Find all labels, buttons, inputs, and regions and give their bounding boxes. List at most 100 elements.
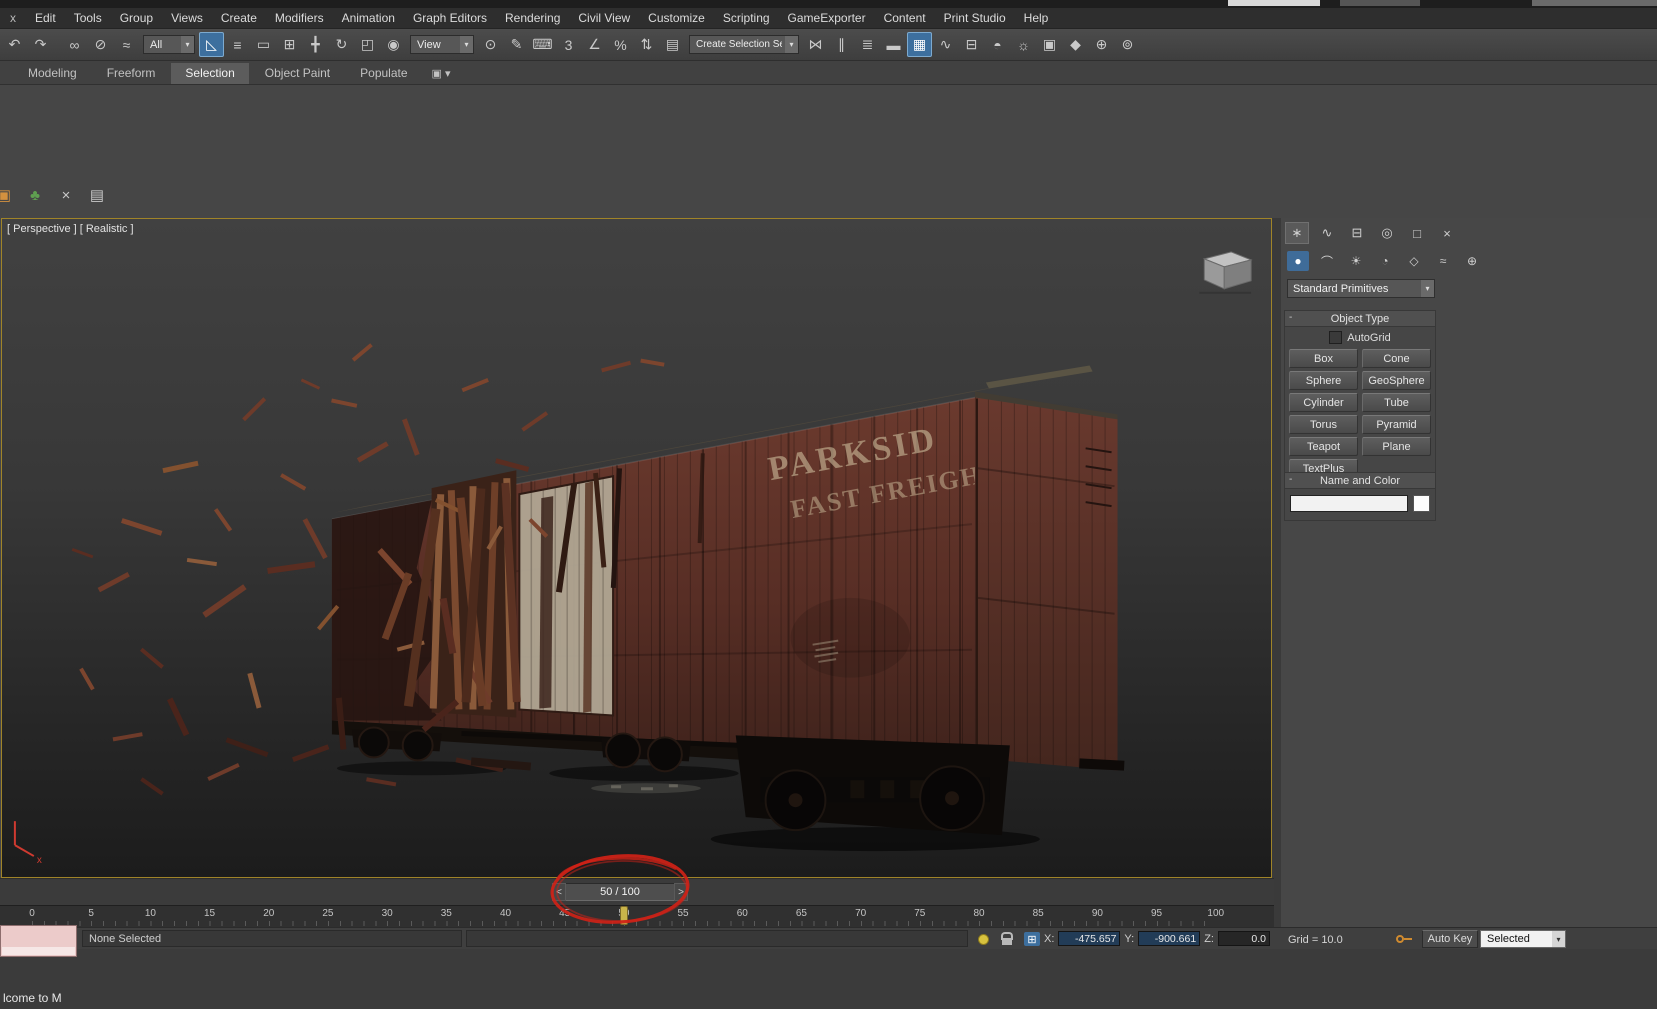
render-more-icon[interactable]: ⊚ bbox=[1115, 32, 1140, 57]
unlink-selection-icon[interactable]: ⊘ bbox=[88, 32, 113, 57]
current-frame-indicator[interactable]: 50 / 100 bbox=[566, 883, 674, 901]
name-and-color-rollout-header[interactable]: - Name and Color bbox=[1284, 472, 1436, 489]
time-slider-handle[interactable] bbox=[620, 906, 628, 925]
subtab-geometry[interactable]: ● bbox=[1287, 251, 1309, 271]
ribbon-tab-selection[interactable]: Selection bbox=[171, 63, 248, 84]
track-bar[interactable]: < 50 / 100 > bbox=[0, 878, 1274, 906]
subtab-systems[interactable]: ⊕ bbox=[1461, 251, 1483, 271]
spinner-snap-icon[interactable]: ⇅ bbox=[634, 32, 659, 57]
maxscript-mini-listener[interactable] bbox=[0, 925, 77, 957]
menu-item[interactable]: Create bbox=[212, 9, 266, 27]
window-crossing-icon[interactable]: ⊞ bbox=[277, 32, 302, 57]
angle-snap-icon[interactable]: ∠ bbox=[582, 32, 607, 57]
box-button[interactable]: Box bbox=[1289, 349, 1358, 368]
set-key-icon[interactable] bbox=[1396, 934, 1412, 946]
vegetation-icon[interactable]: ♣ bbox=[23, 183, 47, 207]
menu-item[interactable]: Scripting bbox=[714, 9, 779, 27]
previous-frame-button[interactable]: < bbox=[552, 883, 566, 901]
scene-explorer-icon[interactable]: ▦ bbox=[907, 32, 932, 57]
key-filter-dropdown[interactable]: Selected ▾ bbox=[1480, 930, 1566, 948]
ribbon-tab-populate[interactable]: Populate bbox=[346, 63, 421, 84]
autogrid-checkbox[interactable] bbox=[1329, 331, 1342, 344]
menu-item[interactable]: Animation bbox=[333, 9, 404, 27]
selection-filter-dropdown[interactable]: All ▾ bbox=[143, 35, 195, 54]
curve-editor-icon[interactable]: ∿ bbox=[933, 32, 958, 57]
edit-named-selection-sets-icon[interactable]: ▤ bbox=[660, 32, 685, 57]
timeline-ruler[interactable]: 0510152025303540455055606570758085909510… bbox=[0, 905, 1274, 928]
subtab-cameras[interactable]: ◔ bbox=[1374, 251, 1396, 271]
time-slider-readout[interactable]: < 50 / 100 > bbox=[552, 883, 688, 901]
menu-item[interactable]: Group bbox=[111, 9, 162, 27]
asset-container-icon[interactable]: ▣ bbox=[0, 183, 16, 207]
rendered-frame-window-icon[interactable]: ▣ bbox=[1037, 32, 1062, 57]
render-setup-icon[interactable]: ☼ bbox=[1011, 32, 1036, 57]
menu-item[interactable]: Tools bbox=[65, 9, 111, 27]
next-frame-button[interactable]: > bbox=[674, 883, 688, 901]
select-and-manipulate-icon[interactable]: ✎ bbox=[504, 32, 529, 57]
ribbon-more-icon[interactable]: ▣ ▾ bbox=[424, 64, 459, 84]
menu-item[interactable]: Views bbox=[162, 9, 212, 27]
cylinder-button[interactable]: Cylinder bbox=[1289, 393, 1358, 412]
menu-item[interactable]: Content bbox=[875, 9, 935, 27]
subtab-space-warps[interactable]: ≈ bbox=[1432, 251, 1454, 271]
tab-modify[interactable]: ∿ bbox=[1315, 222, 1339, 244]
tab-display[interactable]: □ bbox=[1405, 222, 1429, 244]
pyramid-button[interactable]: Pyramid bbox=[1362, 415, 1431, 434]
selection-lock-icon[interactable] bbox=[999, 932, 1015, 946]
plane-button[interactable]: Plane bbox=[1362, 437, 1431, 456]
tab-hierarchy[interactable]: ⊟ bbox=[1345, 222, 1369, 244]
isolate-selection-icon[interactable] bbox=[975, 932, 991, 946]
menu-item[interactable]: Rendering bbox=[496, 9, 569, 27]
align-icon[interactable]: ∥ bbox=[829, 32, 854, 57]
y-coordinate-field[interactable]: -900.661 bbox=[1138, 931, 1200, 946]
layer-explorer-icon[interactable]: ≣ bbox=[855, 32, 880, 57]
perspective-viewport[interactable]: [ Perspective ] [ Realistic ] bbox=[1, 218, 1272, 878]
tab-utilities[interactable]: × bbox=[1435, 222, 1459, 244]
cone-button[interactable]: Cone bbox=[1362, 349, 1431, 368]
select-and-place-icon[interactable]: ◉ bbox=[381, 32, 406, 57]
torus-button[interactable]: Torus bbox=[1289, 415, 1358, 434]
subtab-shapes[interactable]: ⌒ bbox=[1316, 251, 1338, 271]
viewport-label[interactable]: [ Perspective ] [ Realistic ] bbox=[7, 223, 134, 235]
tools-icon[interactable]: × bbox=[54, 183, 78, 207]
render-iterative-icon[interactable]: ⊕ bbox=[1089, 32, 1114, 57]
absolute-mode-icon[interactable]: ⊞ bbox=[1024, 932, 1040, 946]
material-editor-icon[interactable]: ◓ bbox=[985, 32, 1010, 57]
ribbon-toggle-icon[interactable]: ▬ bbox=[881, 32, 906, 57]
select-and-scale-icon[interactable]: ◰ bbox=[355, 32, 380, 57]
list-view-icon[interactable]: ▤ bbox=[85, 183, 109, 207]
snaps-toggle-icon[interactable]: 3 bbox=[556, 32, 581, 57]
undo-icon[interactable]: ↶ bbox=[2, 32, 27, 57]
select-and-link-icon[interactable]: ∞ bbox=[62, 32, 87, 57]
tab-create[interactable]: ∗ bbox=[1285, 222, 1309, 244]
select-by-name-icon[interactable]: ≡ bbox=[225, 32, 250, 57]
mirror-icon[interactable]: ⋈ bbox=[803, 32, 828, 57]
menu-item[interactable]: Edit bbox=[26, 9, 65, 27]
reference-coordinate-dropdown[interactable]: View ▾ bbox=[410, 35, 474, 54]
rectangular-selection-region-icon[interactable]: ▭ bbox=[251, 32, 276, 57]
object-name-field[interactable] bbox=[1290, 495, 1408, 512]
sphere-button[interactable]: Sphere bbox=[1289, 371, 1358, 390]
object-type-rollout-header[interactable]: - Object Type bbox=[1284, 310, 1436, 327]
menu-overflow-icon[interactable]: x bbox=[0, 11, 26, 25]
z-coordinate-field[interactable]: 0.0 bbox=[1218, 931, 1270, 946]
menu-item[interactable]: Print Studio bbox=[935, 9, 1015, 27]
viewcube[interactable] bbox=[1199, 252, 1251, 293]
menu-item[interactable]: Customize bbox=[639, 9, 714, 27]
named-selection-set-dropdown[interactable]: Create Selection Se ▾ bbox=[689, 35, 799, 54]
menu-item[interactable]: GameExporter bbox=[779, 9, 875, 27]
maxscript-mini-listener-white[interactable] bbox=[2, 947, 75, 955]
keyboard-shortcut-override-icon[interactable]: ⌨ bbox=[530, 32, 555, 57]
ribbon-tab-freeform[interactable]: Freeform bbox=[93, 63, 170, 84]
teapot-button[interactable]: Teapot bbox=[1289, 437, 1358, 456]
render-production-icon[interactable]: ◆ bbox=[1063, 32, 1088, 57]
select-object-icon[interactable]: ◺ bbox=[199, 32, 224, 57]
menu-item[interactable]: Help bbox=[1015, 9, 1058, 27]
ribbon-tab-modeling[interactable]: Modeling bbox=[14, 63, 91, 84]
ribbon-tab-object-paint[interactable]: Object Paint bbox=[251, 63, 344, 84]
subtab-helpers[interactable]: ◇ bbox=[1403, 251, 1425, 271]
select-and-rotate-icon[interactable]: ↻ bbox=[329, 32, 354, 57]
primitive-category-dropdown[interactable]: Standard Primitives ▾ bbox=[1287, 279, 1435, 298]
subtab-lights[interactable]: ☀ bbox=[1345, 251, 1367, 271]
menu-item[interactable]: Civil View bbox=[569, 9, 639, 27]
